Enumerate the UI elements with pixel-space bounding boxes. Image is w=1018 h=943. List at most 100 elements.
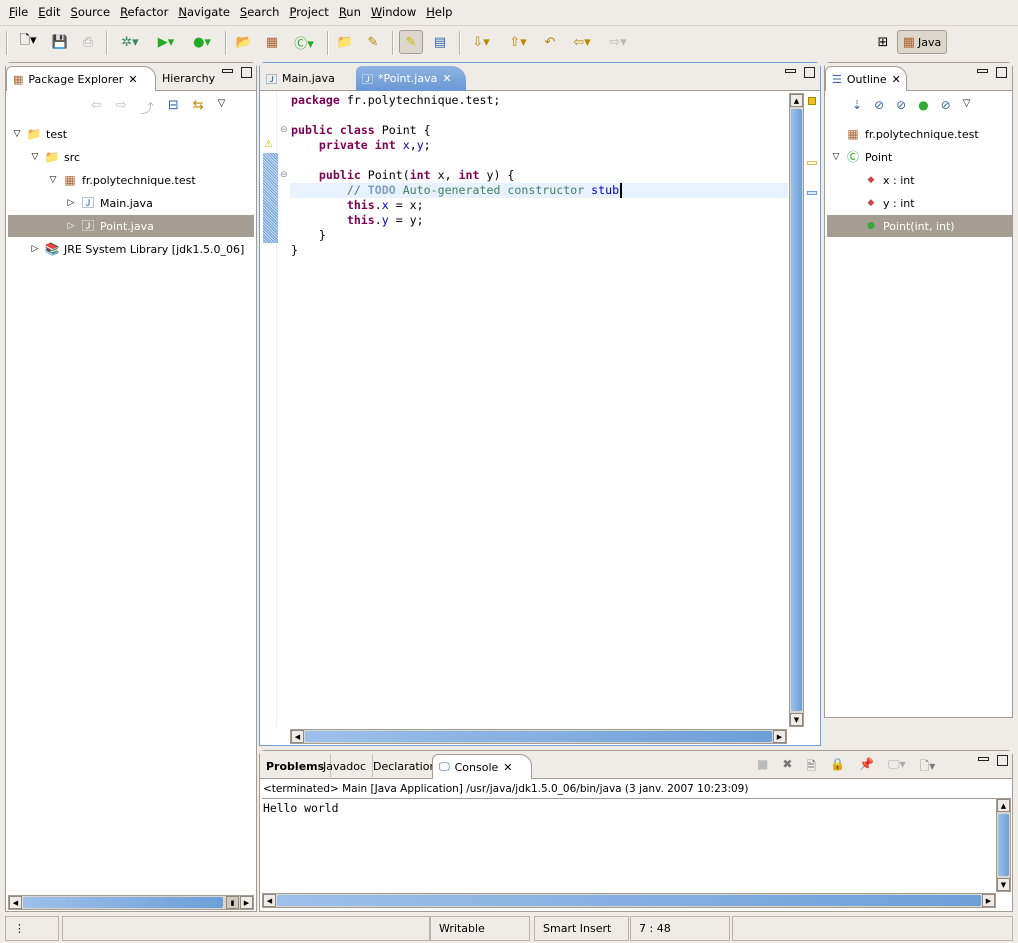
code-token: public: [291, 123, 333, 137]
outline-item[interactable]: ◆ x : int: [827, 169, 915, 191]
code-token: fr.polytechnique.test;: [339, 93, 501, 107]
code-token: y: [381, 213, 389, 227]
open-perspective-icon[interactable]: ⊞: [872, 32, 894, 52]
horizontal-scrollbar[interactable]: ◀ ▶: [262, 893, 996, 908]
close-icon[interactable]: ✕: [503, 761, 512, 774]
hide-static-icon[interactable]: ⊘: [896, 98, 906, 112]
outline-item-label: fr.polytechnique.test: [865, 127, 979, 141]
outline-tree: ▦ fr.polytechnique.test ▽ Ⓒ Point ◆ x : int ◆ y …: [827, 123, 1012, 713]
vertical-scrollbar[interactable]: ▲ ▼: [996, 798, 1011, 892]
horizontal-scrollbar[interactable]: ◀ ▮ ▶: [8, 895, 254, 910]
private-field-icon: ◆: [867, 198, 875, 208]
code-line: public class Point {: [291, 123, 431, 138]
overview-ruler: [805, 91, 819, 727]
tab-label: Outline: [846, 72, 887, 86]
tab-label: Javadoc: [323, 760, 366, 773]
tab-javadoc[interactable]: Javadoc: [317, 754, 373, 779]
remove-launches-icon[interactable]: ✖: [782, 757, 792, 778]
horizontal-scrollbar[interactable]: ◀ ▶: [290, 729, 787, 744]
code-token: x: [402, 138, 410, 152]
code-token: int: [458, 168, 480, 182]
minimize-icon[interactable]: [978, 757, 989, 761]
code-token: int: [374, 138, 396, 152]
outline-panel: ☰ Outline ✕ ⇣ ⊘ ⊘ ● ⊘ ▽ ▦ fr.polytechnique.test ▽…: [824, 62, 1013, 718]
hide-fields-icon[interactable]: ⊘: [874, 98, 884, 112]
code-line: // TODO Auto-generated constructor stub: [291, 183, 619, 198]
outline-item-label: Point(int, int): [883, 219, 955, 233]
outline-item-label: Point: [865, 150, 893, 164]
sort-icon[interactable]: ⇣: [852, 98, 862, 112]
minimize-icon[interactable]: [977, 69, 988, 73]
view-menu-icon[interactable]: ▽: [963, 98, 971, 112]
fast-view-bar[interactable]: ⋮: [5, 916, 59, 941]
code-line: }: [291, 243, 298, 258]
status-cursor-position: 7 : 48: [630, 916, 730, 941]
maximize-icon[interactable]: [997, 755, 1008, 766]
occurrence-marker[interactable]: [807, 161, 817, 165]
code-token: }: [291, 243, 298, 257]
tab-outline[interactable]: ☰ Outline ✕: [825, 66, 907, 91]
code-line: this.x = x;: [291, 198, 424, 213]
console-output[interactable]: Hello world: [262, 798, 996, 892]
display-console-icon[interactable]: 🖵▾: [888, 757, 906, 778]
tab-label: Problems: [266, 760, 325, 773]
outline-item-label: x : int: [883, 173, 915, 187]
code-token: = x;: [388, 198, 424, 212]
text-cursor: [620, 183, 622, 198]
status-insert-mode: Smart Insert: [534, 916, 629, 941]
code-token: int: [409, 168, 431, 182]
code-token: package: [291, 93, 340, 107]
java-perspective-icon: ▦: [902, 34, 916, 50]
open-console-icon[interactable]: 🗋▾: [920, 757, 936, 778]
code-line: private int x,y;: [291, 138, 431, 153]
hide-nonpublic-icon[interactable]: ●: [918, 98, 928, 112]
code-token: ;: [423, 138, 431, 152]
tab-console[interactable]: 🖵 Console ✕: [432, 754, 532, 779]
maximize-icon[interactable]: [996, 67, 1007, 78]
java-perspective-button[interactable]: ▦ Java: [897, 30, 947, 54]
clear-console-icon[interactable]: 🗎: [806, 757, 816, 778]
vertical-scrollbar[interactable]: ▲ ▼: [789, 93, 804, 727]
console-panel: Problems Javadoc Declaration 🖵 Console ✕ ■…: [259, 750, 1013, 912]
warning-marker[interactable]: [808, 97, 816, 105]
outline-item[interactable]: ▽ Ⓒ Point: [827, 146, 893, 168]
code-token: public: [318, 168, 361, 182]
code-token: .: [374, 213, 382, 227]
code-token: //: [346, 183, 368, 197]
console-icon: 🖵: [439, 760, 450, 773]
outline-item[interactable]: ◆ y : int: [827, 192, 915, 214]
close-icon[interactable]: ✕: [892, 73, 901, 86]
code-editor[interactable]: package fr.polytechnique.test; public cla…: [1, 1, 821, 746]
hide-local-types-icon[interactable]: ⊘: [941, 98, 951, 112]
console-output-text: Hello world: [263, 801, 339, 815]
code-line: package fr.polytechnique.test;: [291, 93, 500, 108]
pin-console-icon[interactable]: 📌: [859, 757, 874, 778]
tab-label: Console: [454, 760, 499, 774]
code-token: .: [374, 198, 382, 212]
outline-item[interactable]: ● Point(int, int): [827, 215, 1012, 237]
code-token: x,: [430, 168, 459, 182]
code-token: Auto-generated constructor: [395, 183, 592, 197]
code-token: class: [339, 123, 375, 137]
occurrence-marker[interactable]: [807, 191, 817, 195]
outline-item-label: y : int: [883, 196, 915, 210]
code-token: this: [346, 213, 375, 227]
perspective-label: Java: [918, 35, 942, 49]
expanded-twistie-icon[interactable]: ▽: [831, 152, 841, 162]
scroll-lock-icon[interactable]: 🔒: [830, 757, 845, 778]
code-token: TODO: [367, 183, 396, 197]
status-bar: ⋮ Writable Smart Insert 7 : 48: [0, 912, 1018, 943]
editor-panel: 🄹 Main.java 🄹 *Point.java ✕ ⊖ ⊖ ⚠ package f…: [259, 62, 821, 746]
code-token: ,: [409, 138, 417, 152]
class-icon: Ⓒ: [846, 150, 859, 164]
outline-item[interactable]: ▦ fr.polytechnique.test: [827, 123, 979, 145]
terminate-icon[interactable]: ■: [757, 757, 768, 778]
code-token: stub: [591, 183, 620, 197]
code-line: public Point(int x, int y) {: [291, 168, 515, 183]
private-field-icon: ◆: [867, 175, 875, 185]
